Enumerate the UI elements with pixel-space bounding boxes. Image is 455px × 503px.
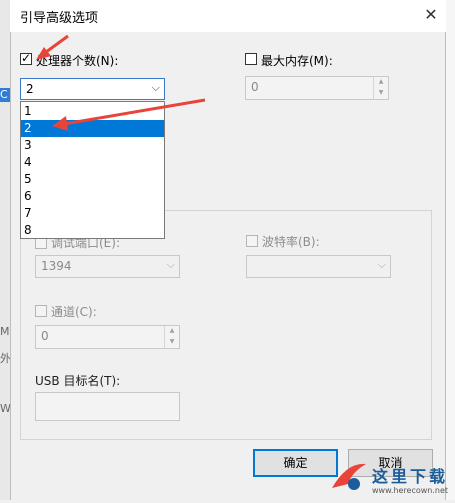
background-window-right — [446, 0, 455, 500]
processors-checkbox[interactable] — [20, 51, 32, 65]
chevron-down-icon: ⌵ — [166, 258, 175, 271]
chevron-down-icon: ⌵ — [377, 258, 386, 271]
dropdown-option[interactable]: 1 — [21, 103, 164, 120]
background-text: C — [0, 88, 8, 101]
usb-target-label: USB 目标名(T): — [35, 374, 121, 388]
channel-label: 通道(C): — [51, 305, 97, 319]
dropdown-option[interactable]: 5 — [21, 171, 164, 188]
dropdown-option[interactable]: 7 — [21, 205, 164, 222]
processors-dropdown-list: 1 2 3 4 5 6 7 8 — [20, 101, 165, 239]
max-memory-stepper[interactable]: 0 ▲ ▼ — [245, 76, 389, 100]
channel-checkbox[interactable] — [35, 305, 47, 317]
watermark-logo-icon — [332, 463, 366, 490]
max-memory-checkbox[interactable] — [245, 53, 257, 65]
watermark-url: www.herecown.net — [372, 486, 449, 495]
baud-rate-checkbox[interactable] — [246, 235, 258, 247]
baud-rate-label: 波特率(B): — [262, 235, 320, 249]
dropdown-option[interactable]: 6 — [21, 188, 164, 205]
processors-selected-value: 2 — [26, 82, 34, 96]
dropdown-option[interactable]: 4 — [21, 154, 164, 171]
background-text: M — [0, 325, 10, 338]
close-icon[interactable]: ✕ — [418, 2, 444, 28]
max-memory-label: 最大内存(M): — [261, 54, 333, 68]
spin-down-icon[interactable]: ▼ — [374, 88, 388, 99]
background-text: 外 — [0, 352, 10, 365]
watermark-text: 这里下载 — [372, 467, 449, 486]
chevron-down-icon: ⌵ — [151, 81, 160, 94]
processors-label: 处理器个数(N): — [36, 54, 119, 68]
dialog-title: 引导高级选项 — [20, 11, 99, 26]
background-window-left — [0, 0, 10, 500]
processors-select[interactable]: 2 ⌵ — [20, 78, 165, 100]
dropdown-option-selected[interactable]: 2 — [21, 120, 164, 137]
debug-port-value: 1394 — [41, 259, 72, 273]
dropdown-option[interactable]: 3 — [21, 137, 164, 154]
channel-value: 0 — [41, 329, 49, 343]
max-memory-value: 0 — [251, 80, 259, 94]
usb-target-input[interactable] — [35, 392, 180, 421]
debug-port-select[interactable]: 1394 ⌵ — [35, 255, 180, 278]
baud-rate-select[interactable]: ⌵ — [246, 255, 391, 278]
dropdown-option[interactable]: 8 — [21, 222, 164, 239]
spin-up-icon[interactable]: ▲ — [165, 326, 179, 337]
spin-up-icon[interactable]: ▲ — [374, 77, 388, 88]
spin-down-icon[interactable]: ▼ — [165, 337, 179, 348]
background-text: W — [0, 402, 10, 415]
channel-stepper[interactable]: 0 ▲ ▼ — [35, 325, 180, 349]
